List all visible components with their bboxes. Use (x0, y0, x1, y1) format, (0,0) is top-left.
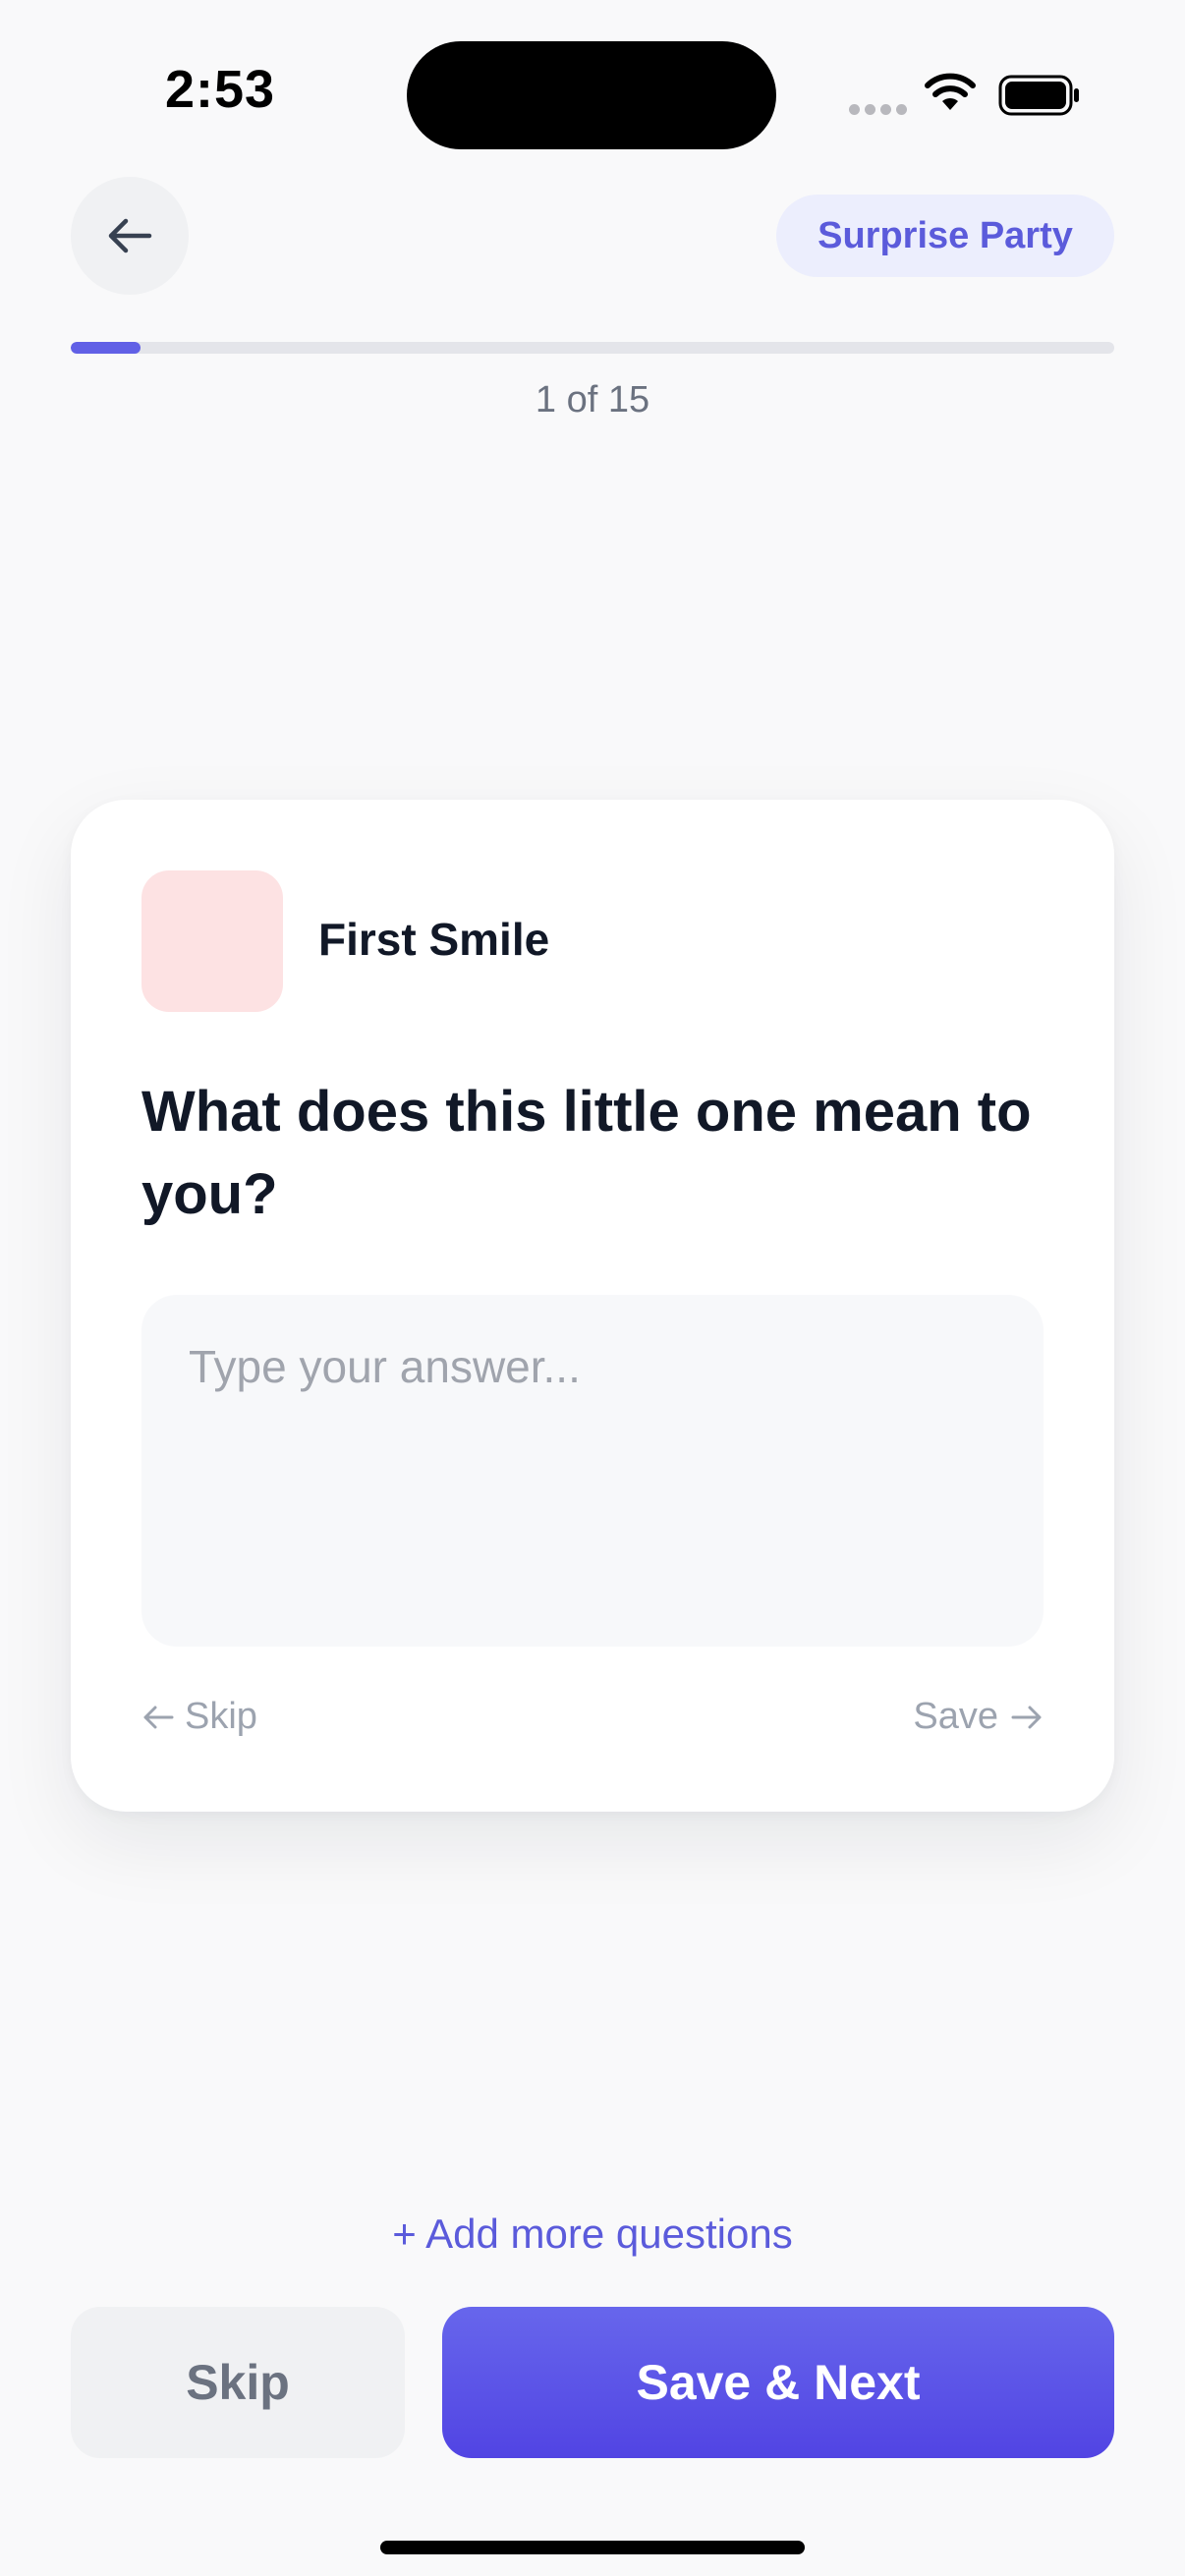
add-more-questions-link[interactable]: + Add more questions (0, 2211, 1185, 2258)
back-button[interactable] (71, 177, 189, 295)
question-text: What does this little one mean to you? (141, 1080, 1032, 1226)
save-next-button[interactable]: Save & Next (442, 2307, 1114, 2458)
card-save-link[interactable]: Save (913, 1696, 1044, 1738)
card-skip-label: Skip (185, 1696, 257, 1737)
progress-label: 1 of 15 (535, 379, 650, 420)
skip-button[interactable]: Skip (71, 2307, 405, 2458)
battery-icon (998, 75, 1081, 121)
dynamic-island (407, 41, 776, 149)
card-title: First Smile (318, 914, 550, 965)
status-time: 2:53 (165, 60, 276, 119)
home-indicator (380, 2541, 805, 2554)
question-card: First Smile What does this little one me… (71, 800, 1114, 1812)
progress-bar (71, 342, 1114, 354)
answer-input[interactable] (141, 1295, 1044, 1647)
card-thumbnail (141, 870, 283, 1012)
card-skip-link[interactable]: Skip (141, 1696, 257, 1738)
card-save-label: Save (913, 1696, 998, 1737)
arrow-left-icon (143, 1706, 174, 1728)
arrow-right-icon (1011, 1706, 1042, 1728)
wifi-icon (924, 73, 977, 117)
cellular-signal-icon (849, 102, 912, 120)
arrow-left-icon (108, 218, 152, 253)
progress-bar-fill (71, 342, 141, 354)
occasion-tag[interactable]: Surprise Party (776, 195, 1114, 277)
